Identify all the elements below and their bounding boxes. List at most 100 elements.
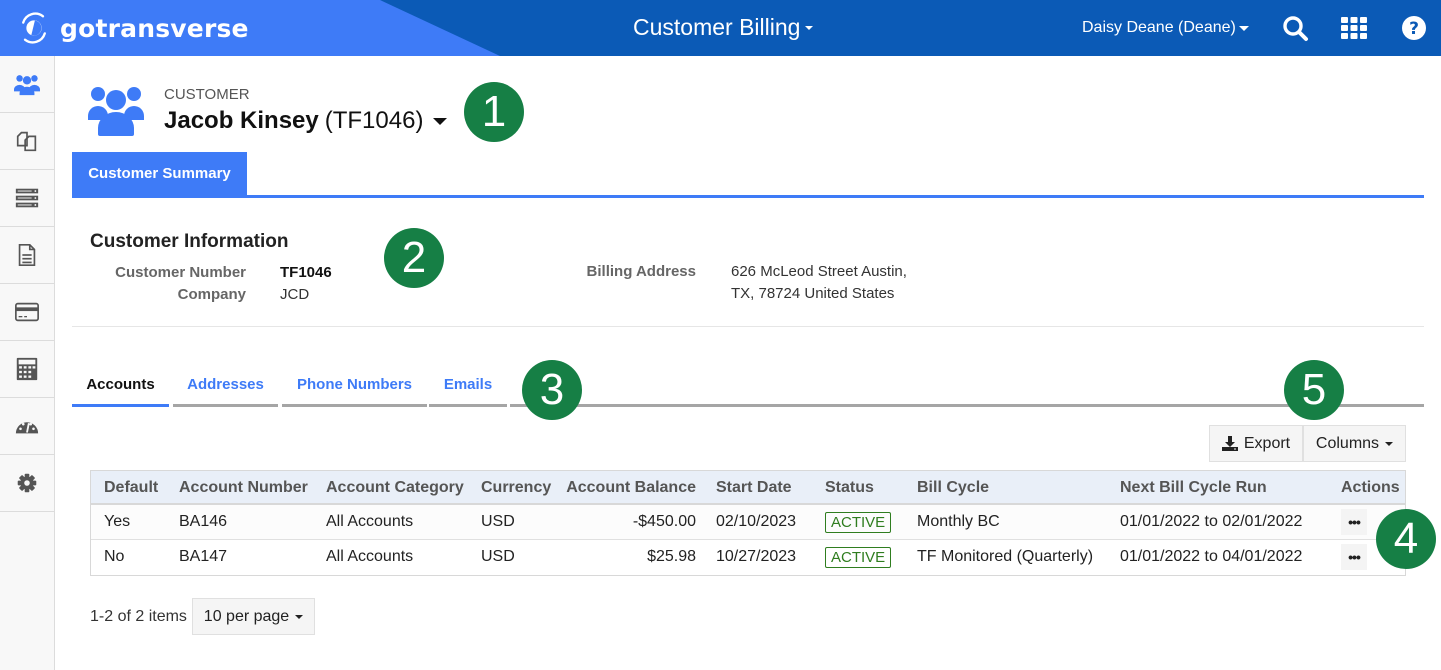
cell-next-bill-cycle-run: 01/01/2022 to 04/01/2022 [1120,548,1303,565]
columns-label: Columns [1315,434,1380,452]
logo-icon [22,12,46,44]
row-actions-menu-button[interactable]: ••• [1341,509,1367,535]
export-button[interactable]: Export [1209,425,1303,462]
billing-address-line1: 626 McLeod Street Austin, [731,263,907,280]
billing-address-label: Billing Address [586,263,696,280]
per-page-dropdown[interactable]: 10 per page [192,598,315,635]
tab-phone-numbers[interactable]: Phone Numbers [282,364,427,407]
cell-default: Yes [104,513,131,530]
cell-next-bill-cycle-run: 01/01/2022 to 02/01/2022 [1120,513,1303,530]
svg-text:?: ? [1409,19,1419,39]
column-header-account-balance[interactable]: Account Balance [566,479,696,497]
customer-label: CUSTOMER [164,86,250,103]
table-header: Default Account Number Account Category … [91,471,1405,505]
cell-account-category: All Accounts [326,513,414,530]
status-badge: ACTIVE [825,547,892,568]
calculator-icon [16,357,38,381]
sidebar-item-documents[interactable] [0,113,54,170]
tab-addresses[interactable]: Addresses [173,364,278,407]
app-title: Customer Billing [633,14,801,40]
cell-start-date: 02/10/2023 [716,513,797,530]
help-icon[interactable]: ? [1400,14,1428,42]
file-icon [18,243,36,267]
columns-dropdown-button[interactable]: Columns [1303,425,1406,462]
more-dots-icon: ••• [1348,514,1361,530]
sidebar-item-calculator[interactable] [0,341,54,398]
column-header-currency[interactable]: Currency [481,479,551,497]
sidebar-item-payments[interactable] [0,284,54,341]
column-header-bill-cycle[interactable]: Bill Cycle [917,479,989,497]
callout-badge-4: 4 [1376,509,1436,569]
cell-account-category: All Accounts [326,548,414,565]
customer-selector-dropdown[interactable]: Jacob Kinsey (TF1046) [164,107,448,135]
cell-currency: USD [481,513,515,530]
sidebar-item-invoices[interactable] [0,227,54,284]
status-badge: ACTIVE [825,512,892,533]
customer-header: CUSTOMER Jacob Kinsey (TF1046) [88,82,448,141]
section-divider [72,326,1424,327]
customer-information-heading: Customer Information [90,231,289,252]
column-header-start-date[interactable]: Start Date [716,479,792,497]
sidebar-item-settings[interactable] [0,455,54,512]
sidebar [0,56,55,670]
sub-tabs: Accounts Addresses Phone Numbers Emails [72,364,1424,407]
cell-account-balance: -$450.00 [632,513,696,530]
tab-customer-summary[interactable]: Customer Summary [72,152,247,195]
cell-bill-cycle: TF Monitored (Quarterly) [917,548,1094,565]
column-header-default[interactable]: Default [104,479,158,497]
pagination-summary: 1-2 of 2 items [90,608,187,625]
credit-card-icon [15,302,39,322]
more-dots-icon: ••• [1348,549,1361,565]
caret-down-icon [1385,441,1394,446]
settings-gear-icon [17,473,37,493]
company-label: Company [177,286,246,303]
export-label: Export [1243,434,1291,452]
search-icon[interactable] [1281,14,1309,42]
sidebar-item-dashboard[interactable] [0,398,54,455]
caret-down-icon [805,25,814,30]
column-header-status[interactable]: Status [825,479,874,497]
user-name: Daisy Deane (Deane) [1082,19,1236,36]
company-value: JCD [280,286,310,303]
customer-number-label: Customer Number [115,264,246,281]
customer-id: (TF1046) [324,107,424,134]
logo-text: gotransverse [60,13,249,43]
table-row[interactable]: Yes BA146 All Accounts USD -$450.00 02/1… [91,505,1405,540]
customer-group-icon [88,82,144,141]
column-header-account-category[interactable]: Account Category [326,479,464,497]
apps-grid-icon[interactable] [1340,14,1368,42]
sidebar-item-customers[interactable] [0,56,54,113]
accounts-table: Default Account Number Account Category … [90,470,1406,576]
callout-badge-2: 2 [384,228,444,288]
column-header-account-number[interactable]: Account Number [179,479,308,497]
top-navigation-bar: gotransverse Customer Billing Daisy Dean… [0,0,1441,56]
cell-currency: USD [481,548,515,565]
cell-account-number[interactable]: BA146 [179,513,227,531]
primary-tabs: Customer Summary [72,152,1424,198]
cell-account-balance: $25.98 [647,548,696,565]
callout-badge-1: 1 [464,82,524,142]
caret-down-icon [433,117,448,125]
caret-down-icon [295,614,304,619]
cell-bill-cycle: Monthly BC [917,513,1000,530]
tab-emails[interactable]: Emails [429,364,507,407]
sidebar-item-servers[interactable] [0,170,54,227]
cell-default: No [104,548,125,565]
user-menu-dropdown[interactable]: Daisy Deane (Deane) [1082,19,1249,37]
column-header-actions: Actions [1341,479,1400,496]
cell-start-date: 10/27/2023 [716,548,797,565]
callout-badge-3: 3 [522,360,582,420]
tab-accounts[interactable]: Accounts [72,364,169,407]
caret-down-icon [1238,25,1249,31]
gotransverse-logo[interactable]: gotransverse [16,9,249,47]
customer-number-value: TF1046 [280,264,332,281]
app-switcher-dropdown[interactable]: Customer Billing [633,14,814,41]
table-row[interactable]: No BA147 All Accounts USD $25.98 10/27/2… [91,540,1405,575]
documents-icon [16,131,37,152]
customers-icon [14,75,40,96]
cell-account-number[interactable]: BA147 [179,548,227,566]
dashboard-gauge-icon [15,422,39,434]
server-list-icon [15,188,39,208]
row-actions-menu-button[interactable]: ••• [1341,544,1367,570]
column-header-next-bill-cycle-run[interactable]: Next Bill Cycle Run [1120,479,1267,497]
